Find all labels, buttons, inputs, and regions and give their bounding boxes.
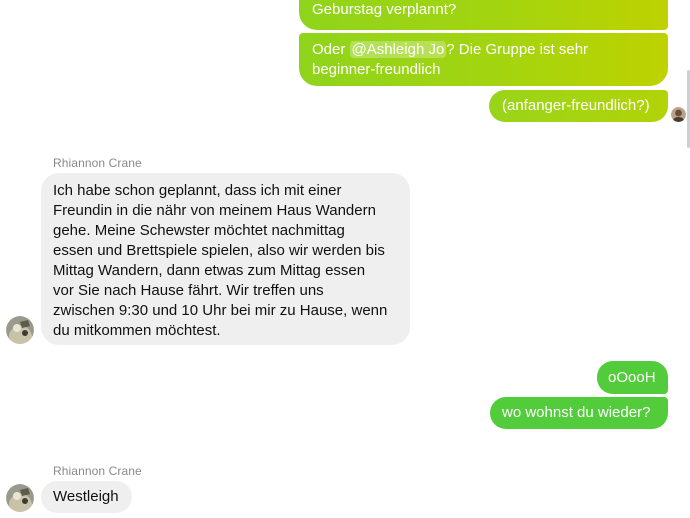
message-line: essen und Brettspiele spielen, also wir … (53, 242, 385, 259)
message-line: zwischen 9:30 und 10 Uhr bei mir zu Haus… (53, 302, 388, 319)
message-text-prefix: Oder (312, 41, 350, 58)
message-bubble-outgoing[interactable]: (anfanger-freundlich?) (489, 90, 668, 122)
contact-avatar-icon[interactable] (6, 484, 34, 512)
sender-name: Rhiannon Crane (53, 156, 142, 170)
message-text: Westleigh (53, 488, 119, 505)
sender-name: Rhiannon Crane (53, 464, 142, 478)
message-line: Freundin in die nähr von meinem Haus Wan… (53, 202, 376, 219)
message-bubble-outgoing[interactable]: oOooH (597, 361, 668, 394)
message-text: wo wohnst du wieder? (502, 404, 651, 421)
message-line: vor Sie nach Hause fährt. Wir treffen un… (53, 282, 324, 299)
message-text: Geburstag verplannt? (312, 1, 457, 18)
user-mention-link[interactable]: @Ashleigh Jo (349, 41, 447, 58)
message-bubble-incoming[interactable]: Ich habe schon geplannt, dass ich mit ei… (41, 173, 410, 345)
message-text-suffix: ? Die Gruppe ist sehr (446, 41, 589, 58)
message-bubble-outgoing[interactable]: wo wohnst du wieder? (490, 397, 668, 429)
message-line: Mittag Wandern, dann etwas zum Mittag es… (53, 262, 366, 279)
message-bubble-outgoing[interactable]: Geburstag verplannt? (299, 0, 668, 30)
message-line: Ich habe schon geplannt, dass ich mit ei… (53, 182, 342, 199)
message-text: (anfanger-freundlich?) (502, 97, 650, 114)
message-line: gehe. Meine Schewster möchtet nachmittag (53, 222, 345, 239)
message-line: Oder @Ashleigh Jo? Die Gruppe ist sehr (312, 40, 656, 60)
message-bubble-outgoing[interactable]: Oder @Ashleigh Jo? Die Gruppe ist sehr b… (299, 33, 668, 86)
message-line: du mitkommen möchtest. (53, 322, 221, 339)
message-bubble-incoming[interactable]: Westleigh (41, 481, 132, 513)
message-text: oOooH (608, 369, 656, 386)
user-avatar-icon (671, 107, 686, 122)
contact-avatar-icon[interactable] (6, 316, 34, 344)
message-line: beginner-freundlich (312, 61, 441, 78)
